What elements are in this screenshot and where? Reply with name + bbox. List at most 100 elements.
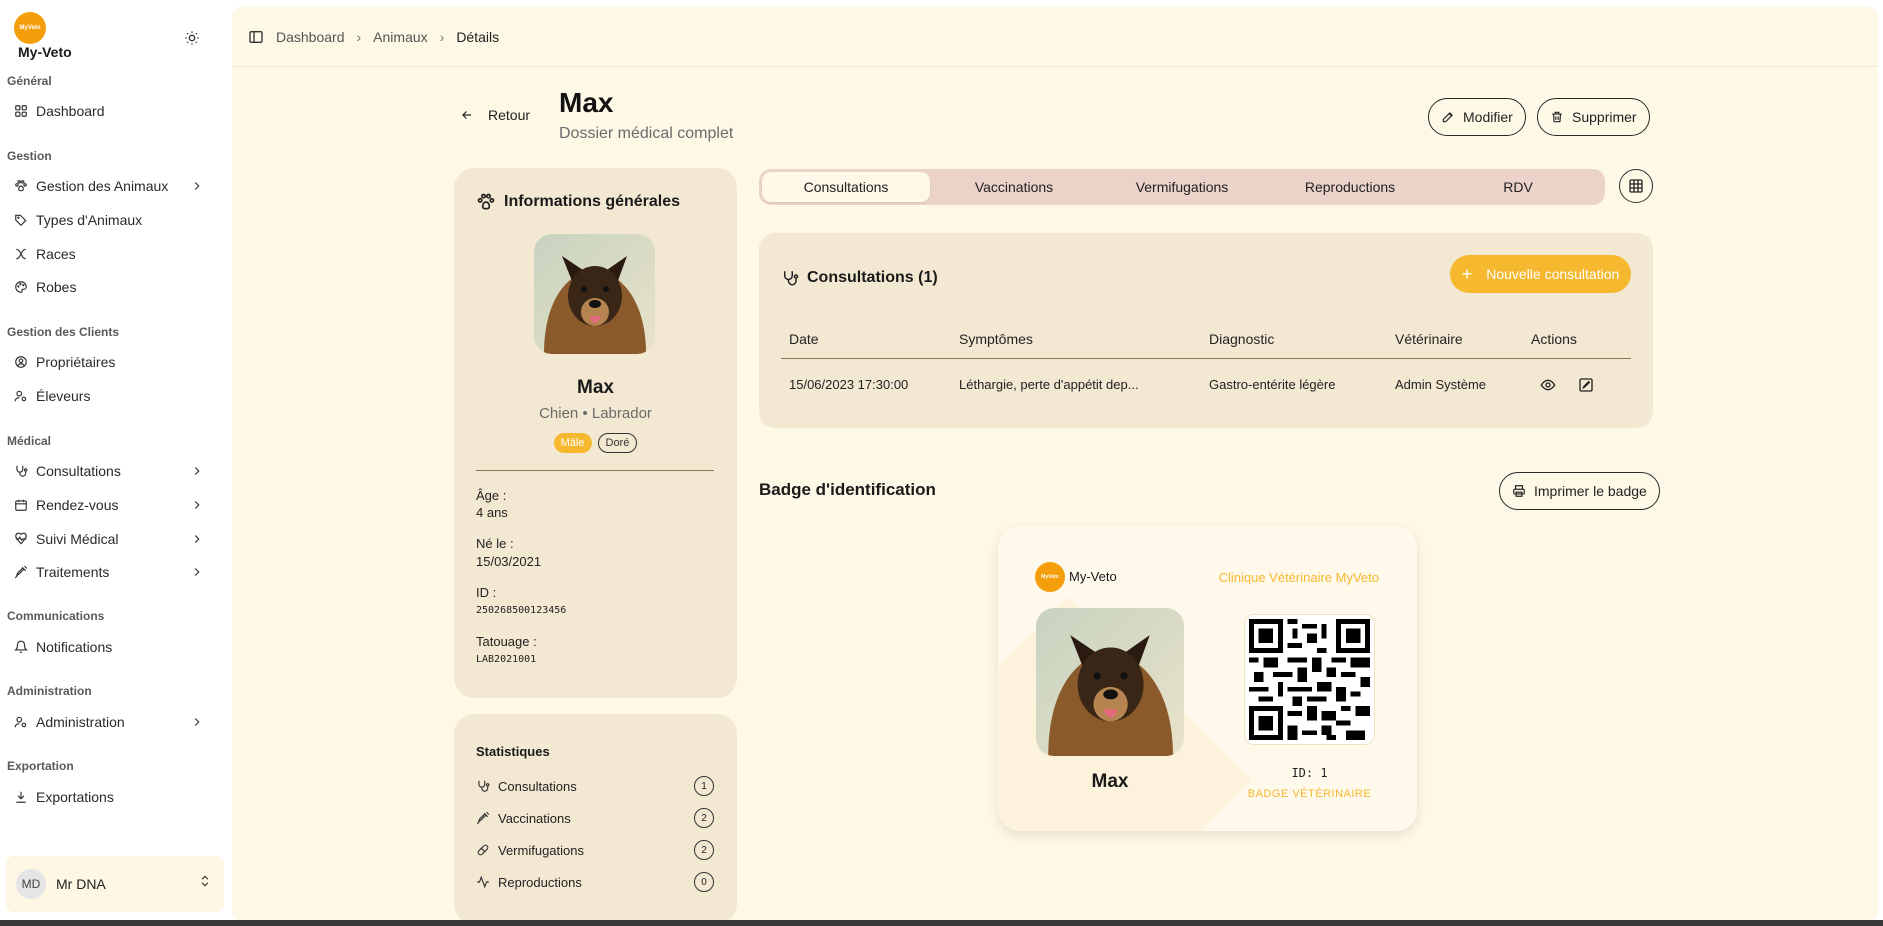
animal-name: Max (577, 377, 614, 398)
stat-row-consultations: Consultations 1 (476, 776, 714, 796)
sidebar-item-label: Traitements (36, 564, 110, 580)
nav-section-administration: Administration (7, 684, 92, 698)
brand-logo: MyVeto (14, 12, 46, 44)
calendar-icon (14, 498, 28, 512)
sidebar-item-races[interactable]: Races (8, 240, 216, 268)
chevron-right-icon (190, 179, 204, 193)
sidebar-item-traitements[interactable]: Traitements (8, 558, 216, 586)
taskbar-edge (0, 920, 1883, 926)
activity-icon (476, 875, 490, 889)
bell-icon (14, 640, 28, 654)
age-value: 4 ans (476, 505, 508, 520)
table-header-date: Date (789, 331, 819, 347)
consultations-title: Consultations (1) (781, 269, 938, 287)
breadcrumb-link-animaux[interactable]: Animaux (373, 29, 427, 45)
tab-vaccinations[interactable]: Vaccinations (930, 172, 1098, 202)
table-grid-icon (1628, 178, 1644, 194)
breadcrumb-link-dashboard[interactable]: Dashboard (276, 29, 345, 45)
edit-button[interactable]: Modifier (1428, 98, 1526, 136)
stat-row-reproductions: Reproductions 0 (476, 872, 714, 892)
sidebar-item-exportations[interactable]: Exportations (8, 783, 216, 811)
sex-badge: Mâle (553, 433, 592, 453)
plus-icon: + (1461, 264, 1473, 284)
edit-icon (1441, 110, 1455, 124)
chevron-right-icon (190, 532, 204, 546)
id-label: ID : (476, 585, 497, 600)
tab-consultations[interactable]: Consultations (762, 172, 930, 202)
user-menu[interactable]: MD Mr DNA (6, 856, 224, 912)
sidebar-item-label: Éleveurs (36, 388, 91, 404)
statistics-card: Statistiques Consultations 1 Vaccination… (454, 714, 737, 921)
user-cog-icon (14, 715, 28, 729)
tab-reproductions[interactable]: Reproductions (1266, 172, 1434, 202)
trash-icon (1550, 110, 1564, 124)
edit-icon[interactable] (1578, 377, 1594, 393)
divider (476, 470, 714, 471)
sidebar-item-label: Gestion des Animaux (36, 178, 169, 194)
page-title: Max (559, 87, 614, 118)
brand[interactable]: MyVeto My-Veto (14, 12, 72, 60)
user-circle-icon (14, 355, 28, 369)
animal-species: Chien • Labrador (539, 405, 652, 422)
print-label: Imprimer le badge (1534, 483, 1647, 499)
badge-label: BADGE VÉTÉRINAIRE (1247, 788, 1372, 800)
table-header-diagnosis: Diagnostic (1209, 331, 1275, 347)
heart-pulse-icon (14, 532, 28, 546)
main-content: Dashboard › Animaux › Détails Retour Max… (232, 7, 1878, 921)
back-button[interactable]: Retour (460, 107, 530, 123)
stat-count: 2 (694, 840, 714, 860)
table-header-symptoms: Symptômes (959, 331, 1033, 347)
print-badge-button[interactable]: Imprimer le badge (1499, 472, 1660, 510)
sidebar-item-label: Robes (36, 279, 77, 295)
chevron-right-icon (190, 565, 204, 579)
card-title-text: Informations générales (504, 193, 681, 210)
chevron-right-icon (190, 498, 204, 512)
tab-rdv[interactable]: RDV (1434, 172, 1602, 202)
nav-section-communications: Communications (7, 609, 105, 623)
sidebar-item-dashboard[interactable]: Dashboard (8, 97, 216, 125)
id-value: 250268500123456 (476, 605, 567, 616)
consultations-title-text: Consultations (1) (807, 269, 938, 286)
palette-icon (14, 280, 28, 294)
sidebar-item-robes[interactable]: Robes (8, 273, 216, 301)
sidebar-toggle-icon[interactable] (248, 29, 264, 45)
sidebar-item-notifications[interactable]: Notifications (8, 633, 216, 661)
stat-row-vermifugations: Vermifugations 2 (476, 840, 714, 860)
sidebar-item-animaux[interactable]: Gestion des Animaux (8, 172, 216, 200)
new-consultation-button[interactable]: + Nouvelle consultation (1450, 255, 1631, 293)
badge-brand: My-Veto (1069, 569, 1117, 584)
sun-icon[interactable] (182, 28, 202, 48)
sidebar-item-types[interactable]: Types d'Animaux (8, 206, 216, 234)
badge-animal-name: Max (1091, 771, 1129, 792)
sidebar-item-label: Races (36, 246, 76, 262)
sidebar-item-administration[interactable]: Administration (8, 708, 216, 736)
back-label: Retour (488, 107, 531, 123)
stat-label: Consultations (498, 778, 577, 794)
row-symptoms: Léthargie, perte d'appétit dep... (959, 377, 1139, 392)
eye-icon[interactable] (1540, 377, 1556, 393)
sidebar-item-eleveurs[interactable]: Éleveurs (8, 382, 216, 410)
table-header-vet: Vétérinaire (1395, 331, 1463, 347)
chevron-right-icon (190, 715, 204, 729)
delete-button[interactable]: Supprimer (1537, 98, 1650, 136)
nav-section-general: Général (7, 74, 52, 88)
sidebar-item-suivi-medical[interactable]: Suivi Médical (8, 525, 216, 553)
sidebar-item-rendez-vous[interactable]: Rendez-vous (8, 491, 216, 519)
sidebar-item-consultations[interactable]: Consultations (8, 457, 216, 485)
grid-view-button[interactable] (1619, 169, 1653, 203)
chevron-right-icon (190, 464, 204, 478)
page-subtitle: Dossier médical complet (559, 125, 734, 142)
download-icon (14, 790, 28, 804)
chevron-right-icon: › (439, 28, 445, 45)
arrow-left-icon (460, 108, 474, 122)
sidebar-item-proprietaires[interactable]: Propriétaires (8, 348, 216, 376)
sidebar-item-label: Propriétaires (36, 354, 116, 370)
stat-count: 0 (694, 872, 714, 892)
row-date: 15/06/2023 17:30:00 (789, 377, 909, 392)
syringe-icon (476, 811, 490, 825)
sidebar-item-label: Dashboard (36, 103, 105, 119)
sidebar-item-label: Administration (36, 714, 125, 730)
sidebar-item-label: Consultations (36, 463, 121, 479)
tags-icon (14, 213, 28, 227)
tab-vermifugations[interactable]: Vermifugations (1098, 172, 1266, 202)
